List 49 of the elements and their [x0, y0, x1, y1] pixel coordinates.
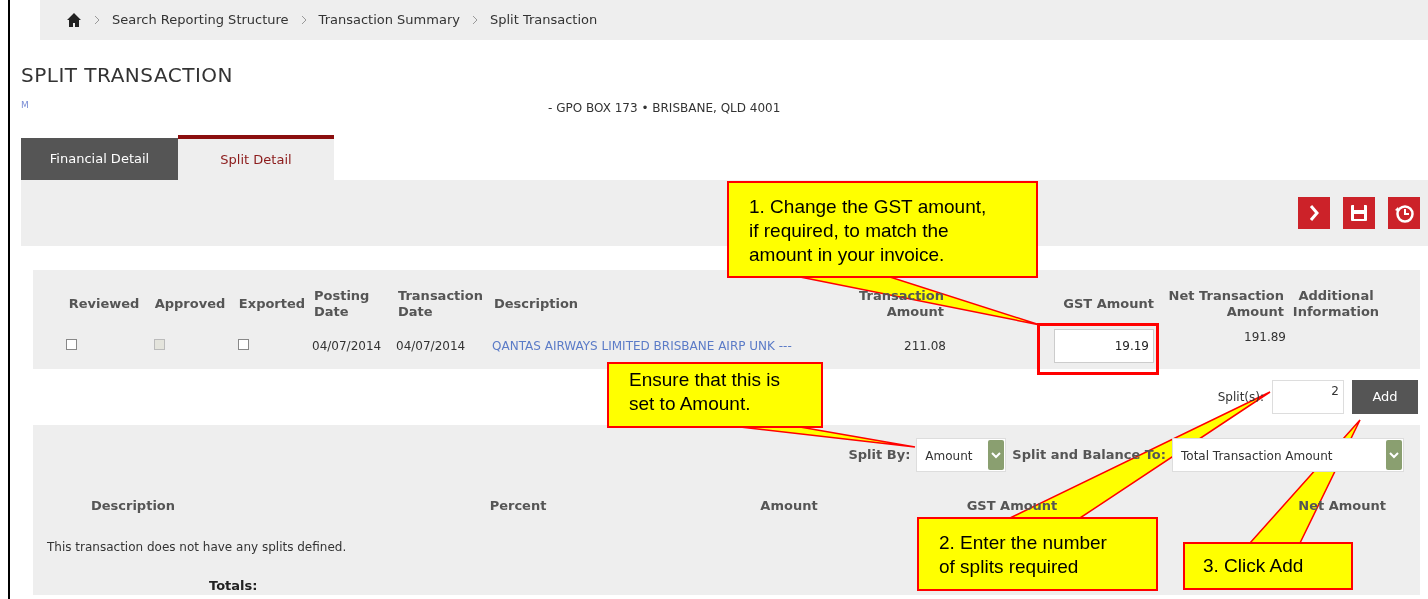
column-header: Approved: [153, 296, 227, 312]
column-header: Reviewed: [67, 296, 141, 312]
totals-label: Totals:: [209, 576, 259, 595]
history-icon: [1394, 203, 1414, 223]
column-header: Description: [493, 296, 580, 312]
tab[interactable]: Financial Detail: [21, 138, 178, 180]
address-text: - GPO BOX 173 • BRISBANE, QLD 4001: [548, 100, 781, 117]
table-cell-text: 04/07/2014: [312, 338, 383, 355]
column-header: Percent: [488, 497, 548, 515]
chevron-icon: [300, 15, 307, 25]
add-button[interactable]: Add: [1352, 380, 1418, 414]
field-label: Split By:: [848, 446, 911, 465]
splits-field[interactable]: 2: [1272, 380, 1344, 414]
checkbox[interactable]: [66, 339, 77, 350]
balance-to-dropdown[interactable]: Total Transaction Amount: [1172, 438, 1404, 472]
chevron-icon: [94, 15, 100, 25]
column-header: Description: [89, 497, 177, 515]
checkbox[interactable]: [238, 339, 249, 350]
next-button[interactable]: [1298, 197, 1330, 229]
column-header: Transaction Date: [397, 288, 484, 320]
callout: 3. Click Add: [1183, 542, 1353, 590]
column-header: Amount: [759, 497, 819, 515]
column-header: Posting Date: [313, 288, 371, 320]
column-header: GST Amount: [1062, 296, 1155, 312]
breadcrumb-link[interactable]: Transaction Summary: [318, 10, 460, 30]
breadcrumb-link[interactable]: Split Transaction: [489, 10, 598, 30]
tab[interactable]: Split Detail: [178, 135, 334, 180]
save-icon: [1351, 205, 1367, 221]
home-icon[interactable]: [66, 12, 82, 28]
column-header: Additional Information: [1291, 288, 1381, 320]
table-cell-text: 04/07/2014: [396, 338, 467, 355]
description-link[interactable]: QANTAS AIRWAYS LIMITED BRISBANE AIRP UNK ---: [492, 337, 844, 355]
history-button[interactable]: [1388, 197, 1420, 229]
gst-amount-field[interactable]: 19.19: [1054, 329, 1154, 363]
column-header: Transaction Amount: [858, 288, 945, 320]
chevron-icon: [471, 15, 478, 25]
callout: 2. Enter the number of splits required: [917, 517, 1158, 591]
empty-message: This transaction does not have any splits defined.: [47, 538, 347, 556]
split-by-dropdown[interactable]: Amount: [916, 438, 1007, 472]
splits-label: Split(s):: [1217, 389, 1264, 406]
page-title: SPLIT TRANSACTION: [21, 65, 234, 85]
save-button[interactable]: [1343, 197, 1375, 229]
next-icon: [1309, 205, 1319, 221]
breadcrumb-link[interactable]: Search Reporting Structure: [112, 10, 289, 30]
table-cell-text: 191.89: [1243, 329, 1286, 346]
field-label: Split and Balance To:: [1012, 446, 1166, 465]
column-header: Net Transaction Amount: [1167, 288, 1285, 320]
table-cell-text: 211.08: [903, 338, 946, 355]
column-header: Exported: [237, 296, 307, 312]
